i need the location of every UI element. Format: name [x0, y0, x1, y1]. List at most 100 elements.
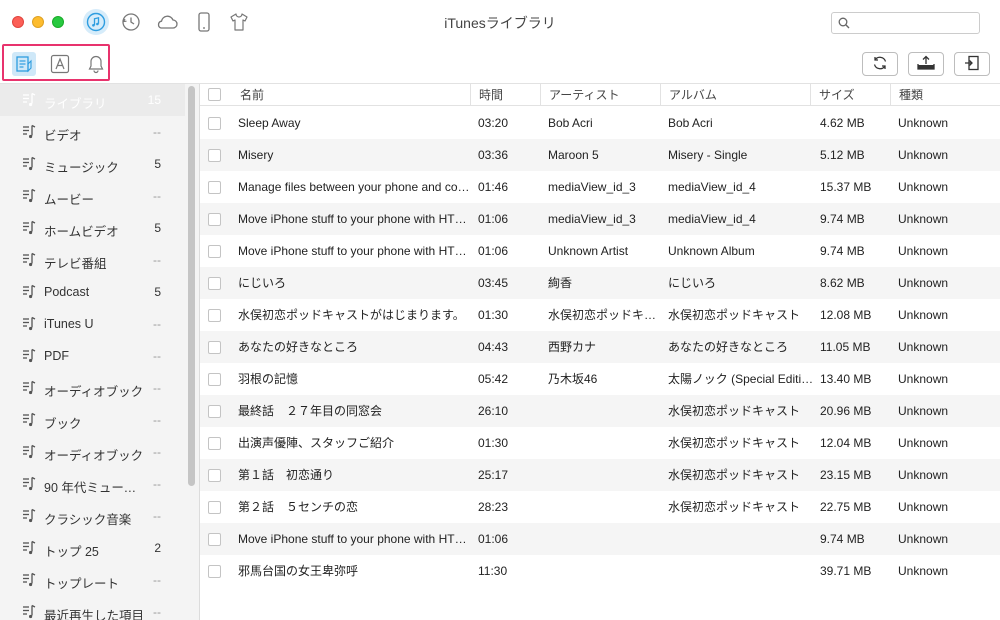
- table-row[interactable]: 邪馬台国の女王卑弥呼 11:30 39.71 MB Unknown: [200, 555, 1000, 587]
- cell-album: Unknown Album: [668, 244, 755, 258]
- sidebar-scrollbar[interactable]: [188, 86, 195, 486]
- table-row[interactable]: にじいろ 03:45 絢香 にじいろ 8.62 MB Unknown: [200, 267, 1000, 299]
- row-checkbox[interactable]: [208, 277, 221, 290]
- search-input[interactable]: [854, 16, 974, 30]
- sidebar-item[interactable]: 最近再生した項目 --: [0, 596, 185, 620]
- sidebar-item-count: 5: [154, 221, 161, 235]
- table-row[interactable]: Move iPhone stuff to your phone with HT……: [200, 203, 1000, 235]
- cell-kind: Unknown: [898, 372, 949, 386]
- cell-artist: [548, 491, 662, 523]
- row-checkbox[interactable]: [208, 501, 221, 514]
- table-row[interactable]: 羽根の記憶 05:42 乃木坂46 太陽ノック (Special Edition) 13…: [200, 363, 1000, 395]
- sidebar-item[interactable]: トップ 25 2: [0, 532, 185, 564]
- sidebar-item[interactable]: iTunes U --: [0, 308, 185, 340]
- cell-artist: Unknown Artist: [548, 244, 629, 258]
- cell-album: [668, 555, 816, 587]
- row-checkbox[interactable]: [208, 533, 221, 546]
- table-row[interactable]: 第１話 初恋通り 25:17 水俣初恋ポッドキャスト 23.15 MB Unknown: [200, 459, 1000, 491]
- sidebar-item-label: クラシック音楽: [44, 513, 132, 527]
- sub-toolbar: [0, 44, 1000, 84]
- row-checkbox[interactable]: [208, 469, 221, 482]
- column-header-size[interactable]: サイズ: [810, 84, 890, 106]
- cell-size: 22.75 MB: [820, 500, 872, 514]
- row-checkbox[interactable]: [208, 341, 221, 354]
- cell-kind: Unknown: [898, 468, 949, 482]
- table-row[interactable]: Misery 03:36 Maroon 5 Misery - Single 5.12 M…: [200, 139, 1000, 171]
- sidebar-item[interactable]: テレビ番組 --: [0, 244, 185, 276]
- cell-kind: Unknown: [898, 532, 949, 546]
- sidebar-item[interactable]: ホームビデオ 5: [0, 212, 185, 244]
- table-row[interactable]: Move iPhone stuff to your phone with HT……: [200, 523, 1000, 555]
- table-row[interactable]: 第２話 ５センチの恋 28:23 水俣初恋ポッドキャスト 22.75 MB Unknow…: [200, 491, 1000, 523]
- cell-time: 03:45: [478, 276, 509, 290]
- cell-album: 水俣初恋ポッドキャスト: [668, 404, 801, 418]
- app-store-icon[interactable]: [48, 52, 72, 76]
- sidebar-item[interactable]: ビデオ --: [0, 116, 185, 148]
- search-box[interactable]: [831, 12, 980, 34]
- sidebar-item-label: トップレート: [44, 577, 120, 591]
- table-row[interactable]: Sleep Away 03:20 Bob Acri Bob Acri 4.62 MB Un…: [200, 107, 1000, 139]
- column-header-album[interactable]: アルバム: [660, 84, 810, 106]
- table-row[interactable]: 水俣初恋ポッドキャストがはじまります。 01:30 水俣初恋ポッドキ… 水俣初恋ポッド…: [200, 299, 1000, 331]
- export-button[interactable]: [908, 52, 944, 76]
- sidebar-item[interactable]: 90 年代ミュージ… --: [0, 468, 185, 500]
- cell-time: 04:43: [478, 340, 509, 354]
- cell-name: Move iPhone stuff to your phone with HT…: [238, 532, 467, 546]
- import-icon: [964, 55, 980, 74]
- row-checkbox[interactable]: [208, 565, 221, 578]
- refresh-button[interactable]: [862, 52, 898, 76]
- select-all-checkbox[interactable]: [208, 88, 221, 101]
- sidebar-item-count: 5: [154, 157, 161, 171]
- cell-time: 03:36: [478, 148, 509, 162]
- row-checkbox[interactable]: [208, 181, 221, 194]
- sidebar-item[interactable]: トップレート --: [0, 564, 185, 596]
- sidebar-item[interactable]: クラシック音楽 --: [0, 500, 185, 532]
- library-list-icon[interactable]: [12, 52, 36, 76]
- sidebar-item[interactable]: ライブラリ 15: [0, 84, 185, 116]
- table-row[interactable]: あなたの好きなところ 04:43 西野カナ あなたの好きなところ 11.05 MB Unk…: [200, 331, 1000, 363]
- sidebar-item-label: 90 年代ミュージ…: [44, 481, 148, 495]
- cell-time: 03:20: [478, 116, 509, 130]
- cell-time: 01:30: [478, 308, 509, 322]
- import-button[interactable]: [954, 52, 990, 76]
- row-checkbox[interactable]: [208, 117, 221, 130]
- row-checkbox[interactable]: [208, 149, 221, 162]
- playlist-icon: [22, 508, 36, 524]
- playlist-icon: [22, 188, 36, 204]
- sidebar-item[interactable]: Podcast 5: [0, 276, 185, 308]
- sidebar-item-label: オーディオブック: [44, 449, 144, 463]
- sidebar-item-label: ホームビデオ: [44, 225, 119, 239]
- column-header-name[interactable]: 名前: [232, 84, 470, 106]
- sidebar-item-count: --: [153, 125, 161, 139]
- export-icon: [916, 55, 936, 74]
- bell-icon[interactable]: [84, 52, 108, 76]
- row-checkbox[interactable]: [208, 245, 221, 258]
- sidebar-item-label: ビデオ: [44, 129, 82, 143]
- table-row[interactable]: 最終話 ２７年目の同窓会 26:10 水俣初恋ポッドキャスト 20.96 MB Unkn…: [200, 395, 1000, 427]
- sidebar-item[interactable]: オーディオブック --: [0, 372, 185, 404]
- table-row[interactable]: 出演声優陣、スタッフご紹介 01:30 水俣初恋ポッドキャスト 12.04 MB Unk…: [200, 427, 1000, 459]
- table-row[interactable]: Manage files between your phone and co… 0…: [200, 171, 1000, 203]
- playlist-icon: [22, 220, 36, 236]
- cell-size: 9.74 MB: [820, 212, 865, 226]
- sidebar-item[interactable]: ミュージック 5: [0, 148, 185, 180]
- playlist-icon: [22, 604, 36, 620]
- cell-time: 01:06: [478, 532, 509, 546]
- column-header-artist[interactable]: アーティスト: [540, 84, 660, 106]
- sidebar-item-count: --: [153, 605, 161, 619]
- cell-album: mediaView_id_4: [668, 180, 756, 194]
- playlist-icon: [22, 572, 36, 588]
- sidebar-item[interactable]: オーディオブック --: [0, 436, 185, 468]
- table-row[interactable]: Move iPhone stuff to your phone with HT……: [200, 235, 1000, 267]
- sidebar-item[interactable]: PDF --: [0, 340, 185, 372]
- column-header-time[interactable]: 時間: [470, 84, 540, 106]
- row-checkbox[interactable]: [208, 213, 221, 226]
- row-checkbox[interactable]: [208, 373, 221, 386]
- row-checkbox[interactable]: [208, 437, 221, 450]
- row-checkbox[interactable]: [208, 309, 221, 322]
- row-checkbox[interactable]: [208, 405, 221, 418]
- sidebar-item[interactable]: ブック --: [0, 404, 185, 436]
- cell-album: mediaView_id_4: [668, 212, 756, 226]
- column-header-kind[interactable]: 種類: [890, 84, 1000, 106]
- sidebar-item[interactable]: ムービー --: [0, 180, 185, 212]
